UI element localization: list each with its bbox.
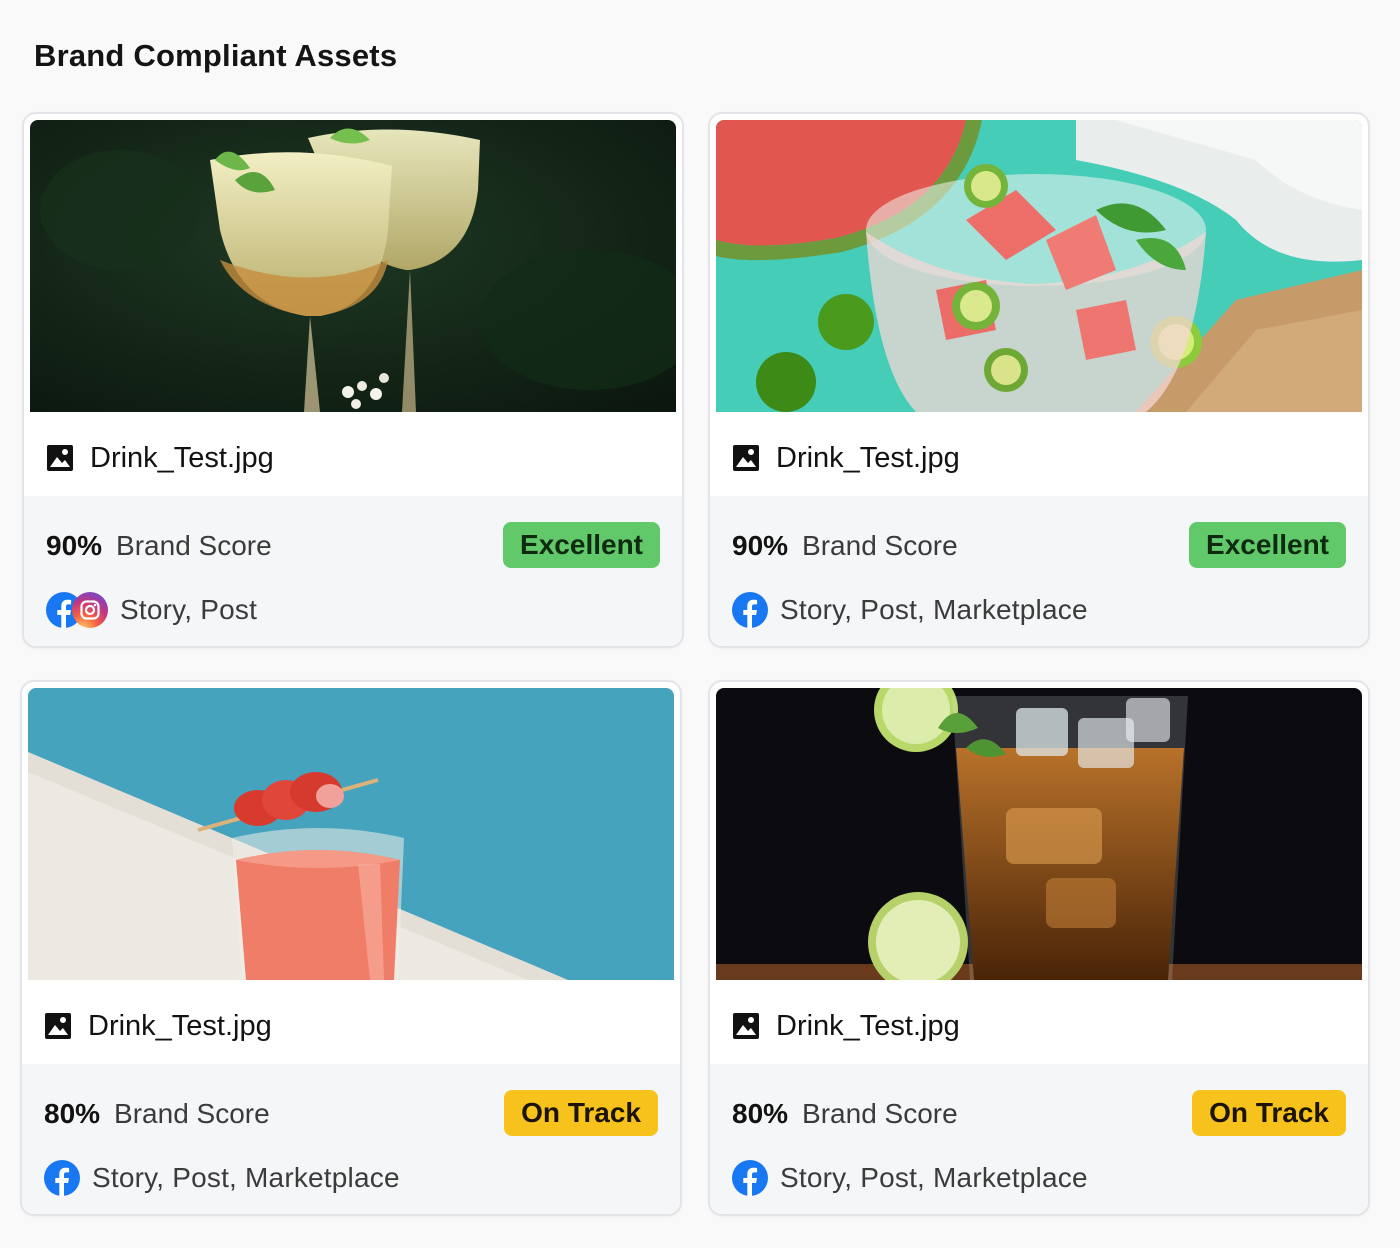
image-file-icon (732, 1012, 760, 1040)
facebook-icon (732, 1160, 768, 1196)
status-badge: On Track (1192, 1090, 1346, 1136)
platform-icons (46, 592, 108, 628)
file-name[interactable]: Drink_Test.jpg (776, 442, 960, 475)
card-footer: 80% Brand Score On Track Story, Post, Ma… (22, 1064, 680, 1214)
brand-score-row: 80% Brand Score On Track (732, 1090, 1346, 1136)
platform-icons (732, 592, 768, 628)
instagram-icon (72, 592, 108, 628)
asset-card[interactable]: Drink_Test.jpg 80% Brand Score On Track … (708, 680, 1370, 1216)
file-name[interactable]: Drink_Test.jpg (90, 442, 274, 475)
brand-score-label: Brand Score (802, 1098, 958, 1129)
asset-thumbnail[interactable] (28, 688, 674, 980)
file-name[interactable]: Drink_Test.jpg (88, 1010, 272, 1043)
channels-row: Story, Post (46, 590, 257, 630)
image-file-icon (44, 1012, 72, 1040)
platform-icons (44, 1160, 80, 1196)
channels-row: Story, Post, Marketplace (44, 1158, 400, 1198)
brand-score-value: 90% (732, 530, 789, 561)
channels-text: Story, Post (120, 594, 258, 625)
brand-score-row: 90% Brand Score Excellent (732, 522, 1346, 568)
asset-thumbnail[interactable] (716, 120, 1362, 412)
card-footer: 80% Brand Score On Track Story, Post, Ma… (710, 1064, 1368, 1214)
card-footer: 90% Brand Score Excellent Story, Post, M… (710, 496, 1368, 646)
card-footer: 90% Brand Score Excellent Story, Post (24, 496, 682, 646)
file-row: Drink_Test.jpg (732, 1004, 960, 1048)
page-title: Brand Compliant Assets (34, 38, 398, 73)
channels-text: Story, Post, Marketplace (780, 594, 1088, 625)
asset-image-cocktails (30, 120, 676, 412)
channels-row: Story, Post, Marketplace (732, 1158, 1088, 1198)
channels-text: Story, Post, Marketplace (780, 1162, 1088, 1193)
facebook-icon (44, 1160, 80, 1196)
brand-score-label: Brand Score (802, 530, 958, 561)
asset-image-strawberry-juice (28, 688, 674, 980)
file-row: Drink_Test.jpg (44, 1004, 272, 1048)
status-badge: Excellent (1189, 522, 1346, 568)
asset-image-watermelon-drink (716, 120, 1362, 412)
brand-score-label: Brand Score (116, 530, 272, 561)
file-row: Drink_Test.jpg (732, 436, 960, 480)
file-row: Drink_Test.jpg (46, 436, 274, 480)
channels-row: Story, Post, Marketplace (732, 590, 1088, 630)
status-badge: On Track (504, 1090, 658, 1136)
brand-score-value: 80% (732, 1098, 789, 1129)
brand-score-row: 80% Brand Score On Track (44, 1090, 658, 1136)
brand-score-row: 90% Brand Score Excellent (46, 522, 660, 568)
facebook-icon (732, 592, 768, 628)
brand-score-value: 90% (46, 530, 103, 561)
asset-thumbnail[interactable] (716, 688, 1362, 980)
channels-text: Story, Post, Marketplace (92, 1162, 400, 1193)
asset-card[interactable]: Drink_Test.jpg 90% Brand Score Excellent… (22, 112, 684, 648)
brand-score-label: Brand Score (114, 1098, 270, 1129)
asset-thumbnail[interactable] (30, 120, 676, 412)
asset-card[interactable]: Drink_Test.jpg 80% Brand Score On Track … (20, 680, 682, 1216)
brand-score-value: 80% (44, 1098, 101, 1129)
platform-icons (732, 1160, 768, 1196)
asset-image-iced-tea (716, 688, 1362, 980)
status-badge: Excellent (503, 522, 660, 568)
file-name[interactable]: Drink_Test.jpg (776, 1010, 960, 1043)
image-file-icon (732, 444, 760, 472)
image-file-icon (46, 444, 74, 472)
asset-card[interactable]: Drink_Test.jpg 90% Brand Score Excellent… (708, 112, 1370, 648)
